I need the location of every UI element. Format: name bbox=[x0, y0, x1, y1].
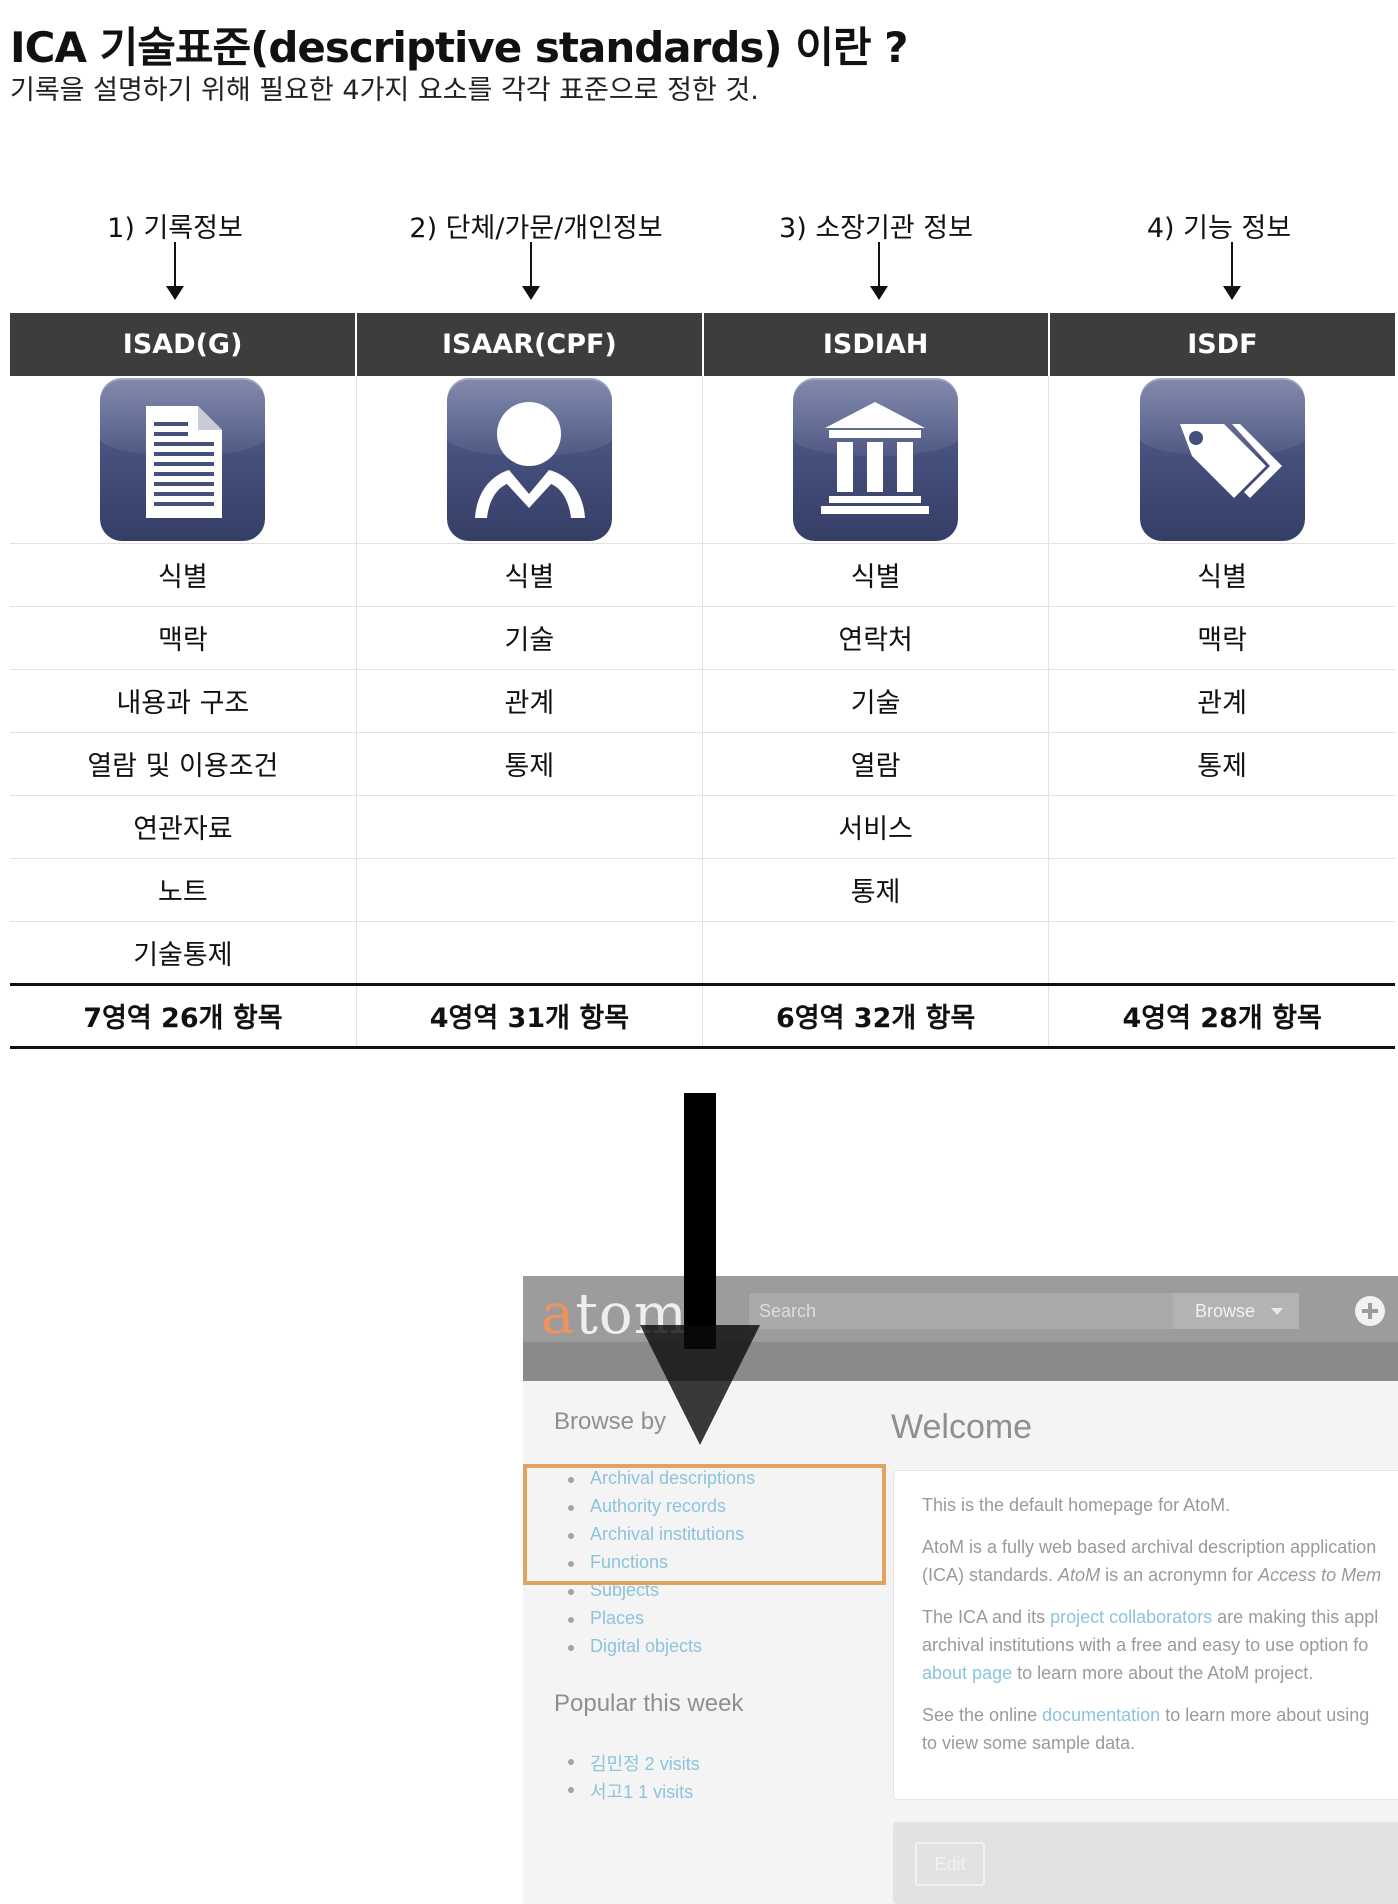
table-cell: 통제 bbox=[355, 731, 703, 795]
person-icon bbox=[446, 377, 612, 541]
highlight-box bbox=[523, 1464, 886, 1585]
search-box bbox=[749, 1293, 1184, 1329]
standard-header-isdf: ISDF bbox=[1047, 313, 1395, 376]
popular-heading: Popular this week bbox=[554, 1690, 744, 1717]
popular-link[interactable]: 서고1 1 visits bbox=[554, 1778, 700, 1806]
table-cell: 맥락 bbox=[1048, 605, 1395, 669]
content-paragraph: This is the default homepage for AtoM. bbox=[922, 1495, 1231, 1515]
page-title: ICA 기술표준(descriptive standards) 이란 ? bbox=[10, 23, 908, 72]
category-label-function: 4) 기능 정보 bbox=[1146, 213, 1292, 244]
popular-link[interactable]: 김민정 2 visits bbox=[554, 1750, 700, 1778]
table-cell: 노트 bbox=[10, 857, 357, 921]
documentation-link[interactable]: documentation bbox=[1042, 1705, 1160, 1725]
browse-dropdown[interactable]: Browse bbox=[1173, 1293, 1299, 1329]
big-arrow-head-icon bbox=[640, 1325, 760, 1445]
table-cell: 식별 bbox=[1048, 542, 1395, 606]
standards-table: ISAD(G) ISAAR(CPF) ISDIAH ISDF 식별 식별 식별 … bbox=[10, 313, 1395, 1049]
table-cell bbox=[355, 920, 703, 984]
table-cell: 기술 bbox=[701, 668, 1049, 732]
table-cell: 열람 bbox=[701, 731, 1049, 795]
table-cell bbox=[1048, 920, 1395, 984]
table-cell: 서비스 bbox=[701, 794, 1049, 858]
table-cell bbox=[1048, 857, 1395, 921]
edit-bar: Edit bbox=[893, 1822, 1398, 1904]
table-cell: 연관자료 bbox=[10, 794, 357, 858]
project-collaborators-link[interactable]: project collaborators bbox=[1050, 1607, 1212, 1627]
about-page-link[interactable]: about page bbox=[922, 1663, 1012, 1683]
tag-icon bbox=[1139, 377, 1305, 541]
table-cell: 통제 bbox=[701, 857, 1049, 921]
welcome-title: Welcome bbox=[891, 1408, 1033, 1446]
table-cell bbox=[355, 857, 703, 921]
category-label-records: 1) 기록정보 bbox=[107, 213, 243, 244]
table-cell: 관계 bbox=[1048, 668, 1395, 732]
table-cell bbox=[701, 920, 1049, 984]
table-cell: 식별 bbox=[10, 542, 357, 606]
edit-button[interactable]: Edit bbox=[915, 1842, 985, 1886]
standard-header-isadg: ISAD(G) bbox=[10, 313, 357, 376]
table-cell: 식별 bbox=[701, 542, 1049, 606]
page-subtitle: 기록을 설명하기 위해 필요한 4가지 요소를 각각 표준으로 정한 것. bbox=[10, 75, 759, 106]
table-cell: 기술 bbox=[355, 605, 703, 669]
content-paragraph: AtoM is a fully web based archival descr… bbox=[922, 1537, 1382, 1585]
arrow-down-icon bbox=[522, 242, 540, 300]
content-paragraph: The ICA and its project collaborators ar… bbox=[922, 1607, 1379, 1683]
chevron-down-icon bbox=[1271, 1308, 1283, 1315]
search-input[interactable] bbox=[749, 1293, 1169, 1329]
content-paragraph: See the online documentation to learn mo… bbox=[922, 1705, 1370, 1753]
total-cell: 4영역 31개 항목 bbox=[355, 982, 703, 1049]
total-cell: 4영역 28개 항목 bbox=[1048, 982, 1395, 1049]
total-cell: 6영역 32개 항목 bbox=[701, 982, 1049, 1049]
table-cell: 관계 bbox=[355, 668, 703, 732]
browse-link-places[interactable]: Places bbox=[554, 1608, 755, 1636]
big-arrow-down-icon bbox=[684, 1093, 716, 1349]
table-cell: 식별 bbox=[355, 542, 703, 606]
table-cell: 연락처 bbox=[701, 605, 1049, 669]
category-label-authority: 2) 단체/가문/개인정보 bbox=[409, 213, 663, 244]
arrow-down-icon bbox=[870, 242, 888, 300]
table-cell: 통제 bbox=[1048, 731, 1395, 795]
arrow-down-icon bbox=[166, 242, 184, 300]
table-cell: 내용과 구조 bbox=[10, 668, 357, 732]
plus-icon[interactable] bbox=[1355, 1296, 1385, 1326]
table-cell: 기술통제 bbox=[10, 920, 357, 984]
category-label-institution: 3) 소장기관 정보 bbox=[779, 213, 973, 244]
document-icon bbox=[100, 377, 266, 541]
standard-header-isdiah: ISDIAH bbox=[701, 313, 1049, 376]
table-cell: 열람 및 이용조건 bbox=[10, 731, 357, 795]
table-cell bbox=[1048, 794, 1395, 858]
browse-link-digital-objects[interactable]: Digital objects bbox=[554, 1636, 755, 1664]
table-cell bbox=[355, 794, 703, 858]
standard-header-isaarcpf: ISAAR(CPF) bbox=[355, 313, 703, 376]
table-cell: 맥락 bbox=[10, 605, 357, 669]
popular-list: 김민정 2 visits 서고1 1 visits bbox=[554, 1750, 700, 1806]
institution-icon bbox=[793, 377, 959, 541]
total-cell: 7영역 26개 항목 bbox=[10, 982, 357, 1049]
welcome-content: This is the default homepage for AtoM. A… bbox=[893, 1470, 1398, 1800]
arrow-down-icon bbox=[1223, 242, 1241, 300]
